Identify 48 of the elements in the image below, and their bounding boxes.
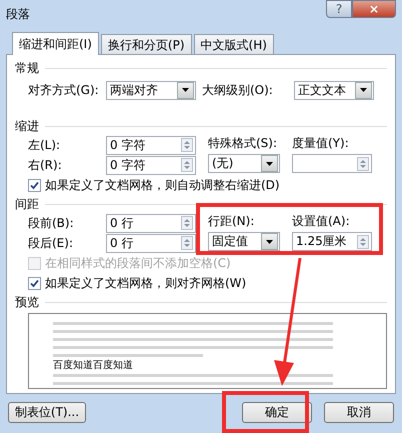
caret-icon [360, 88, 367, 92]
field-label: 段后(E): [28, 234, 74, 252]
caret-icon [266, 240, 273, 244]
spin-field[interactable]: 1.25厘米 [292, 232, 372, 251]
caret-icon [182, 88, 189, 92]
tab[interactable]: 中文版式(H) [194, 34, 274, 54]
spinner-icon [181, 138, 193, 152]
field-label: 度量值(Y): [292, 135, 350, 152]
field-label: 段前(B): [28, 214, 75, 232]
checkbox[interactable] [28, 178, 41, 192]
sample-text: 百度知道百度知道 [53, 360, 133, 372]
field-label: 对齐方式(G): [28, 82, 100, 98]
checkbox-label: 如果定义了文档网格，则自动调整右缩进(D) [45, 176, 280, 194]
field-label: 左(L): [28, 136, 62, 154]
section-heading: 常规 [15, 60, 39, 76]
spinner-icon [181, 158, 193, 172]
spinner-icon [357, 234, 369, 248]
special-format-dropdown[interactable]: (无) [208, 154, 280, 173]
checkbox-label: 如果定义了文档网格，则对齐网格(W) [45, 274, 246, 292]
section-heading: 间距 [15, 196, 39, 212]
spinner-icon [357, 156, 369, 170]
help-button[interactable]: ? [326, 0, 352, 18]
dialog-button[interactable]: 取消 [324, 402, 394, 423]
section-heading: 缩进 [15, 118, 39, 134]
spin-field[interactable]: 0 字符 [106, 136, 196, 154]
caret-icon [266, 162, 273, 166]
field-label: 行距(N): [208, 213, 256, 230]
spinner-icon [181, 236, 193, 250]
checkbox-label: 在相同样式的段落间不添加空格(C) [45, 254, 231, 272]
alignment-dropdown[interactable]: 两端对齐 [106, 80, 196, 100]
spin-field[interactable]: 0 字符 [106, 156, 196, 174]
field-label: 右(R): [28, 156, 63, 174]
window-title: 段落 [6, 6, 30, 22]
measure-field[interactable] [292, 154, 372, 173]
outline-level-dropdown[interactable]: 正文文本 [294, 80, 374, 100]
spin-field[interactable]: 0 行 [106, 234, 196, 252]
spinner-icon [181, 216, 193, 230]
field-label: 大纲级别(O): [202, 82, 274, 98]
tab[interactable]: 缩进和间距(I) [12, 32, 99, 55]
section-heading: 预览 [15, 294, 39, 310]
tab[interactable]: 换行和分页(P) [100, 34, 192, 54]
checkbox[interactable] [28, 276, 41, 290]
dialog-button[interactable]: 确定 [242, 402, 312, 423]
field-label: 特殊格式(S): [208, 135, 278, 152]
line-spacing-dropdown[interactable]: 固定值 [208, 232, 280, 251]
spin-field[interactable]: 0 行 [106, 214, 196, 232]
field-label: 设置值(A): [292, 213, 351, 230]
dialog-button[interactable]: 制表位(T)... [8, 402, 86, 423]
